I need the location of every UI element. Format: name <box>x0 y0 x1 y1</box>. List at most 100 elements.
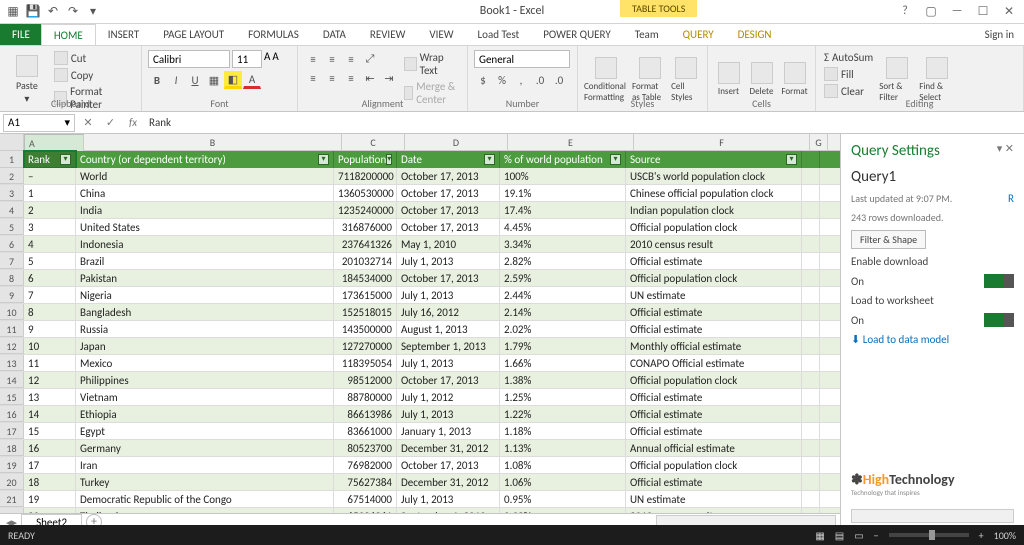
copy-button[interactable]: Copy <box>52 67 135 83</box>
cell-rank[interactable]: 14 <box>24 406 76 422</box>
row-header[interactable]: 6 <box>0 236 24 252</box>
cell-percent[interactable]: 17.4% <box>500 202 626 218</box>
row-header[interactable]: 19 <box>0 457 24 473</box>
row-header[interactable]: 4 <box>0 202 24 218</box>
fill-button[interactable]: Fill <box>822 66 875 82</box>
cell-rank[interactable]: 10 <box>24 338 76 354</box>
percent-icon[interactable]: % <box>493 71 511 89</box>
undo-icon[interactable]: ↶ <box>44 3 62 21</box>
tab-powerquery[interactable]: POWER QUERY <box>531 24 622 45</box>
cell-country[interactable]: Iran <box>76 457 334 473</box>
col-header-e[interactable]: E <box>508 134 634 150</box>
panel-close-icon[interactable]: ✕ <box>1005 142 1014 155</box>
col-header-c[interactable]: C <box>342 134 405 150</box>
cell-percent[interactable]: 2.82% <box>500 253 626 269</box>
view-layout-icon[interactable]: ▤ <box>835 529 844 542</box>
cell-population[interactable]: 118395054 <box>334 355 397 371</box>
cell-source[interactable]: Official estimate <box>626 423 802 439</box>
cell-date[interactable]: July 1, 2013 <box>397 355 500 371</box>
cell-source[interactable]: CONAPO Official estimate <box>626 355 802 371</box>
zoom-in-icon[interactable]: + <box>979 529 984 542</box>
table-row[interactable]: 53United States316876000October 17, 2013… <box>0 219 840 236</box>
zoom-level[interactable]: 100% <box>994 529 1016 542</box>
align-left-icon[interactable]: ≡ <box>304 69 322 87</box>
font-color-button[interactable]: A <box>243 71 261 89</box>
zoom-out-icon[interactable]: − <box>874 529 879 542</box>
cell-date[interactable]: January 1, 2013 <box>397 423 500 439</box>
cell-date[interactable]: August 1, 2013 <box>397 321 500 337</box>
cell-rank[interactable]: 2 <box>24 202 76 218</box>
row-header[interactable]: 13 <box>0 355 24 371</box>
cell-country[interactable]: Russia <box>76 321 334 337</box>
filter-icon[interactable]: ▾ <box>60 154 71 165</box>
cell-population[interactable]: 1235240000 <box>334 202 397 218</box>
autosum-button[interactable]: ΣAutoSum <box>822 50 875 65</box>
cell-source[interactable]: Official estimate <box>626 321 802 337</box>
cell-percent[interactable]: 1.08% <box>500 457 626 473</box>
tab-insert[interactable]: INSERT <box>96 24 152 45</box>
table-row[interactable]: 1816Germany80523700December 31, 20121.13… <box>0 440 840 457</box>
table-row[interactable]: 31China1360530000October 17, 201319.1%Ch… <box>0 185 840 202</box>
font-name-select[interactable]: Calibri <box>148 50 230 68</box>
decrease-decimal-icon[interactable]: .0 <box>550 71 568 89</box>
tab-loadtest[interactable]: Load Test <box>466 24 532 45</box>
row-header[interactable]: 5 <box>0 219 24 235</box>
cell-population[interactable]: 76982000 <box>334 457 397 473</box>
cell-country[interactable]: Bangladesh <box>76 304 334 320</box>
cell-percent[interactable]: 2.44% <box>500 287 626 303</box>
cell-percent[interactable]: 1.25% <box>500 389 626 405</box>
cell-rank[interactable]: 7 <box>24 287 76 303</box>
table-row[interactable]: 64Indonesia237641326May 1, 20103.34%2010… <box>0 236 840 253</box>
cell-source[interactable]: Official estimate <box>626 406 802 422</box>
row-header[interactable]: 20 <box>0 474 24 490</box>
row-header[interactable]: 12 <box>0 338 24 354</box>
cell-country[interactable]: Nigeria <box>76 287 334 303</box>
filter-shape-button[interactable]: Filter & Shape <box>851 230 926 249</box>
cell-percent[interactable]: 3.34% <box>500 236 626 252</box>
cell-percent[interactable]: 2.02% <box>500 321 626 337</box>
save-icon[interactable]: 💾 <box>24 3 42 21</box>
tab-query[interactable]: QUERY <box>671 24 726 45</box>
cell-date[interactable]: July 1, 2013 <box>397 287 500 303</box>
cell-country[interactable]: Democratic Republic of the Congo <box>76 491 334 507</box>
table-row[interactable]: 1513Vietnam88780000July 1, 20121.25%Offi… <box>0 389 840 406</box>
load-data-model-link[interactable]: ⬇ Load to data model <box>851 333 1014 346</box>
table-row[interactable]: 1614Ethiopia86613986July 1, 20131.22%Off… <box>0 406 840 423</box>
cell-source[interactable]: Official estimate <box>626 474 802 490</box>
cell-country[interactable]: Turkey <box>76 474 334 490</box>
row-header[interactable]: 21 <box>0 491 24 507</box>
cell-source[interactable]: Official population clock <box>626 270 802 286</box>
row-header[interactable]: 14 <box>0 372 24 388</box>
cell-percent[interactable]: 1.06% <box>500 474 626 490</box>
cell-date[interactable]: October 17, 2013 <box>397 185 500 201</box>
cell-rank[interactable]: 19 <box>24 491 76 507</box>
table-row[interactable]: 108Bangladesh152518015July 16, 20122.14%… <box>0 304 840 321</box>
table-row[interactable]: 1210Japan127270000September 1, 20131.79%… <box>0 338 840 355</box>
increase-decimal-icon[interactable]: .0 <box>531 71 549 89</box>
cell-country[interactable]: World <box>76 168 334 184</box>
tab-pagelayout[interactable]: PAGE LAYOUT <box>151 24 236 45</box>
cell-percent[interactable]: 2.59% <box>500 270 626 286</box>
table-row[interactable]: 42India1235240000October 17, 201317.4%In… <box>0 202 840 219</box>
filter-icon[interactable]: ▾ <box>786 154 797 165</box>
cell-date[interactable]: October 17, 2013 <box>397 168 500 184</box>
cell-date[interactable]: May 1, 2010 <box>397 236 500 252</box>
tab-home[interactable]: HOME <box>41 24 96 45</box>
row-header[interactable]: 2 <box>0 168 24 184</box>
tab-file[interactable]: FILE <box>0 24 42 45</box>
cell-population[interactable]: 316876000 <box>334 219 397 235</box>
cell-percent[interactable]: 1.38% <box>500 372 626 388</box>
cell-date[interactable]: July 1, 2012 <box>397 389 500 405</box>
cell-date[interactable]: July 1, 2013 <box>397 406 500 422</box>
cell-country[interactable]: Philippines <box>76 372 334 388</box>
ribbon-options-icon[interactable]: ▢ <box>920 4 942 19</box>
name-box[interactable]: A1▾ <box>3 114 75 132</box>
panel-scrollbar[interactable] <box>851 509 1014 523</box>
filter-icon[interactable]: ▾ <box>610 154 621 165</box>
cell-date[interactable]: October 17, 2013 <box>397 457 500 473</box>
cell-country[interactable]: China <box>76 185 334 201</box>
cell-source[interactable]: UN estimate <box>626 287 802 303</box>
indent-inc-icon[interactable]: ⇥ <box>380 69 398 87</box>
cell-source[interactable]: Chinese official population clock <box>626 185 802 201</box>
qat-dropdown-icon[interactable]: ▾ <box>84 3 102 21</box>
